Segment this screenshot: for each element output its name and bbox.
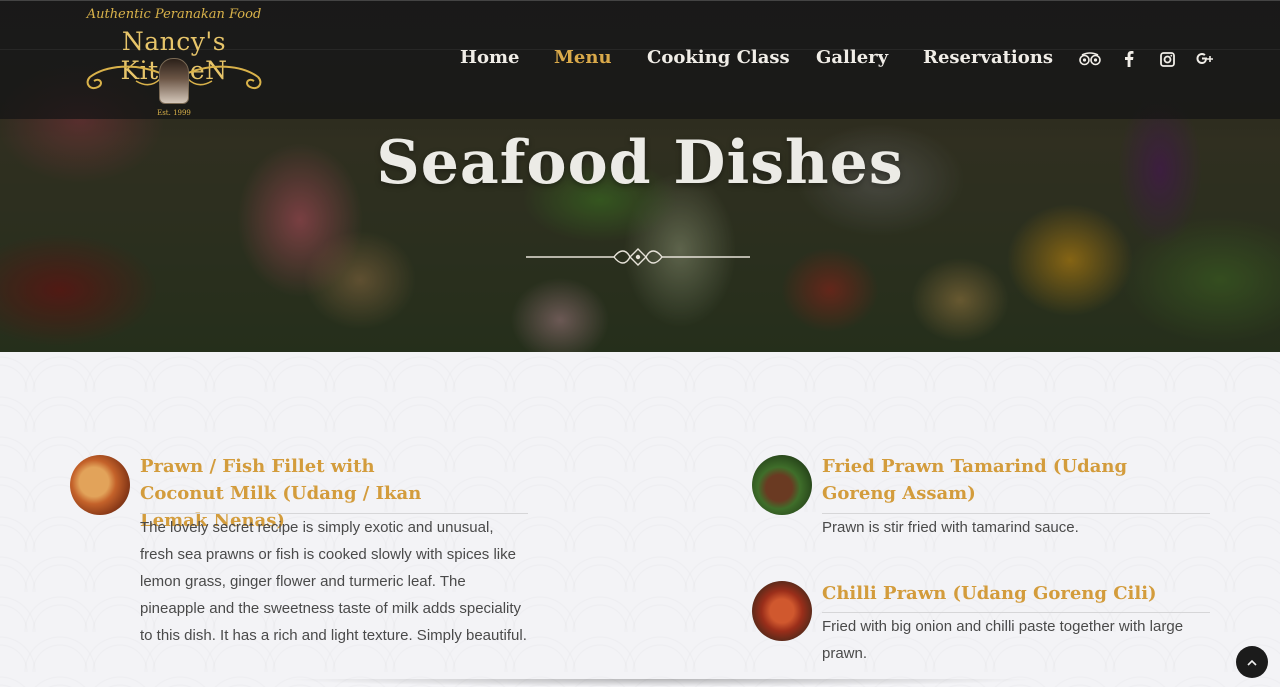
nav-cooking-class[interactable]: Cooking Class (647, 47, 790, 68)
facebook-icon[interactable] (1118, 48, 1140, 70)
dish-photo (752, 581, 812, 641)
nav-gallery[interactable]: Gallery (816, 47, 888, 68)
dish-item: Chilli Prawn (Udang Goreng Cili) Fried w… (752, 581, 1212, 681)
dish-item: Prawn / Fish Fillet with Coconut Milk (U… (70, 455, 530, 675)
dish-title: Fried Prawn Tamarind (Udang Goreng Assam… (822, 456, 1128, 504)
dish-description: Fried with big onion and chilli paste to… (822, 618, 1184, 662)
nav-menu[interactable]: Menu (554, 47, 612, 68)
google-plus-icon[interactable] (1194, 48, 1216, 70)
dish-photo (70, 455, 130, 515)
logo-tagline: Authentic Peranakan Food (86, 7, 262, 22)
chevron-up-icon (1247, 659, 1257, 666)
back-to-top-button[interactable] (1236, 646, 1268, 678)
section-shadow (280, 679, 1040, 687)
dish-description: Prawn is stir fried with tamarind sauce. (822, 519, 1079, 536)
site-logo[interactable]: Authentic Peranakan Food Nancy's KitcheN… (68, 3, 280, 119)
tripadvisor-icon[interactable] (1079, 48, 1101, 70)
instagram-icon[interactable] (1156, 48, 1178, 70)
logo-portrait-icon (159, 58, 189, 104)
dish-item: Fried Prawn Tamarind (Udang Goreng Assam… (752, 455, 1212, 555)
dish-title: Chilli Prawn (Udang Goreng Cili) (822, 583, 1157, 604)
dish-photo (752, 455, 812, 515)
nav-home[interactable]: Home (460, 47, 520, 68)
ornamental-divider-icon (526, 248, 750, 266)
logo-established: Est. 1999 (157, 109, 191, 117)
site-header: Authentic Peranakan Food Nancy's KitcheN… (0, 0, 1280, 119)
dish-description: The lovely secret recipe is simply exoti… (140, 519, 527, 644)
page-title: Seafood Dishes (376, 128, 904, 198)
nav-reservations[interactable]: Reservations (923, 47, 1053, 68)
